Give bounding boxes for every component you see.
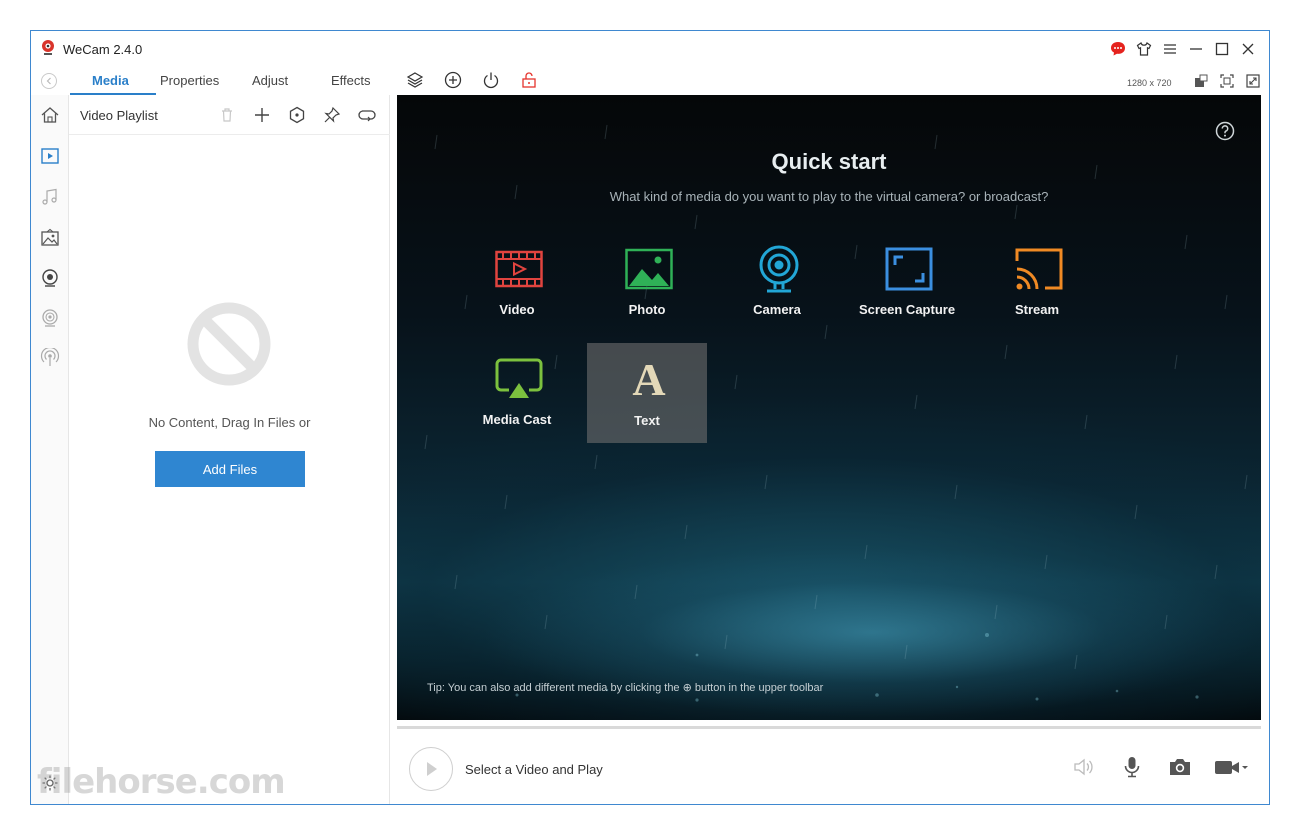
app-window: WeCam 2.4.0 Media Properties Adjust Effe…: [30, 30, 1270, 805]
playlist-title: Video Playlist: [80, 108, 158, 123]
menu-icon[interactable]: [1157, 37, 1183, 61]
quick-start-photo-label: Photo: [628, 302, 666, 317]
webcam-icon: [759, 245, 799, 293]
fullscreen-icon[interactable]: [1243, 72, 1263, 90]
quick-start-screen-capture-label: Screen Capture: [858, 302, 956, 317]
broadcast-icon[interactable]: [40, 348, 60, 368]
app-title: WeCam 2.4.0: [63, 42, 143, 57]
app-logo-icon: [42, 40, 54, 55]
skin-icon[interactable]: [1131, 37, 1157, 61]
watermark-logo: filehorse.com: [37, 762, 286, 802]
player-controls: [1067, 753, 1251, 781]
microphone-icon[interactable]: [1115, 753, 1149, 781]
left-rail: [31, 95, 69, 804]
loop-icon[interactable]: [355, 104, 378, 126]
target-icon[interactable]: [285, 104, 308, 126]
preview-stage: Quick start What kind of media do you wa…: [397, 95, 1261, 720]
unlock-icon[interactable]: [515, 69, 543, 91]
quick-start-video[interactable]: Video: [457, 235, 577, 335]
screen-capture-icon: [885, 247, 933, 291]
svg-text:A: A: [632, 355, 665, 399]
quick-start-camera-label: Camera: [753, 302, 801, 317]
tab-adjust[interactable]: Adjust: [252, 73, 288, 88]
add-circle-icon[interactable]: [439, 69, 467, 91]
quick-start-media-cast[interactable]: Media Cast: [457, 345, 577, 445]
maximize-icon[interactable]: [1209, 37, 1235, 61]
quick-start-camera[interactable]: Camera: [717, 235, 837, 335]
tab-media[interactable]: Media: [92, 73, 129, 88]
snapshot-icon[interactable]: [1163, 753, 1197, 781]
quick-start-media-cast-label: Media Cast: [482, 412, 552, 427]
video-media-icon[interactable]: [40, 146, 60, 166]
add-icon[interactable]: [250, 104, 273, 126]
player-bar: Select a Video and Play: [397, 729, 1261, 804]
cast-icon: [1015, 248, 1063, 290]
quick-start-screen-capture[interactable]: Screen Capture: [847, 235, 967, 335]
window-controls: [1105, 37, 1261, 61]
power-icon[interactable]: [477, 69, 505, 91]
tab-properties[interactable]: Properties: [160, 73, 219, 88]
text-icon: A: [632, 355, 665, 399]
player-status: Select a Video and Play: [465, 762, 603, 777]
back-button[interactable]: [41, 73, 57, 89]
play-icon: [427, 762, 437, 776]
chevron-left-icon: [46, 77, 51, 85]
minimize-icon[interactable]: [1183, 37, 1209, 61]
add-files-button[interactable]: Add Files: [155, 451, 305, 487]
play-button[interactable]: [409, 747, 453, 791]
fit-screen-icon[interactable]: [1217, 72, 1237, 90]
pin-icon[interactable]: [320, 104, 343, 126]
title-bar: WeCam 2.4.0: [31, 31, 1269, 67]
quick-start-stream-label: Stream: [1014, 302, 1060, 317]
tip-text: Tip: You can also add different media by…: [427, 682, 824, 694]
resolution-label: 1280 x 720: [1127, 78, 1172, 88]
empty-playlist-text: No Content, Drag In Files or: [148, 415, 311, 430]
tab-effects[interactable]: Effects: [331, 73, 371, 88]
volume-icon[interactable]: [1067, 753, 1101, 781]
webcam-icon[interactable]: [40, 268, 60, 288]
quick-start-video-label: Video: [499, 302, 535, 317]
playlist-header: Video Playlist: [69, 95, 390, 135]
quick-start-photo[interactable]: Photo: [587, 235, 707, 335]
no-content-icon: [187, 302, 271, 386]
help-icon[interactable]: [1215, 121, 1235, 141]
stage-toolbar: [401, 69, 543, 91]
quick-start-text-label: Text: [634, 413, 660, 428]
close-icon[interactable]: [1235, 37, 1261, 61]
webcam-alt-icon[interactable]: [40, 308, 60, 328]
image-icon[interactable]: [40, 228, 60, 248]
airplay-icon: [495, 358, 543, 398]
tab-bar: Media Properties Adjust Effects 1280 x 7…: [31, 67, 1269, 95]
feedback-icon[interactable]: [1105, 37, 1131, 61]
quick-start-text[interactable]: A Text: [587, 343, 707, 443]
quick-start-stream[interactable]: Stream: [977, 235, 1097, 335]
video-camera-icon[interactable]: [1211, 753, 1251, 781]
playlist-toolbar: [215, 104, 378, 126]
home-icon[interactable]: [40, 105, 60, 125]
photo-icon: [625, 248, 673, 290]
pip-icon[interactable]: [1191, 72, 1211, 90]
playlist-panel: Video Playlist No Content, Drag In Files…: [69, 95, 390, 804]
layers-icon[interactable]: [401, 69, 429, 91]
view-controls: [1191, 72, 1263, 90]
film-icon: [495, 250, 543, 288]
quick-start-title: Quick start: [771, 149, 887, 174]
quick-start-subtitle: What kind of media do you want to play t…: [609, 189, 1049, 204]
music-icon[interactable]: [40, 187, 60, 207]
trash-icon[interactable]: [215, 104, 238, 126]
